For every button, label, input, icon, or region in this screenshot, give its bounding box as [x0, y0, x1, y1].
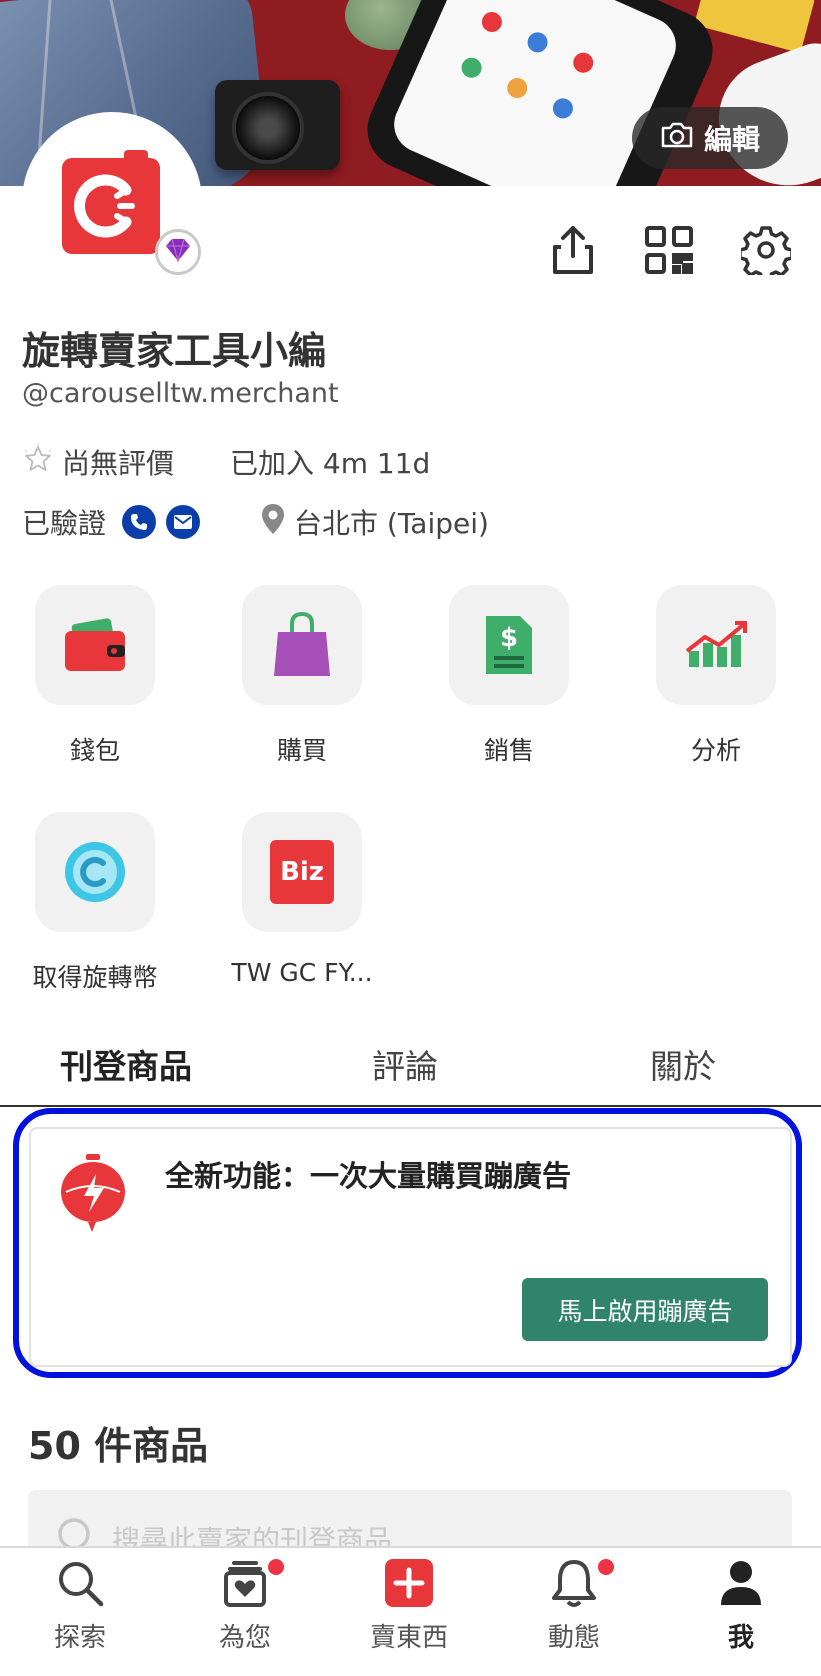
nav-label: 動態: [547, 1623, 600, 1653]
rating-text[interactable]: 尚無評價: [62, 442, 174, 482]
edit-cover-label: 編輯: [703, 123, 760, 156]
sell-plus-icon: [349, 1553, 469, 1613]
premium-badge[interactable]: [155, 229, 201, 275]
tab-listings[interactable]: 刊登商品: [60, 1040, 192, 1088]
bell-icon: [514, 1553, 634, 1613]
carousell-logo-icon: [62, 150, 160, 254]
biz-icon: Biz: [242, 812, 362, 932]
banner-camera-lens: [232, 92, 304, 164]
notification-dot: [268, 1559, 284, 1575]
nav-label: 我: [727, 1623, 754, 1653]
invoice-icon: $: [449, 585, 569, 705]
profile-icon: [681, 1553, 801, 1613]
joined-text: 已加入 4m 11d: [230, 447, 431, 480]
for-you-icon: [185, 1553, 305, 1613]
shortcut-purchases[interactable]: 購買: [227, 585, 377, 767]
camera-icon: [660, 121, 694, 156]
promo-title: 全新功能：一次大量購買蹦廣告: [165, 1159, 572, 1193]
search-icon: [20, 1553, 140, 1613]
activate-bump-ads-button[interactable]: 馬上啟用蹦廣告: [522, 1278, 768, 1341]
star-icon: [22, 442, 54, 482]
nav-for-you[interactable]: 為您: [185, 1553, 305, 1654]
tab-about[interactable]: 關於: [650, 1040, 716, 1088]
shortcut-biz[interactable]: Biz TW GC FY...: [227, 812, 377, 987]
diamond-icon: [164, 238, 192, 266]
nav-label: 賣東西: [369, 1623, 448, 1653]
notification-dot: [598, 1559, 614, 1575]
shortcut-label: 取得旋轉幣: [32, 963, 158, 992]
profile-stats-row: 尚無評價 已加入 4m 11d: [22, 442, 430, 482]
listing-count: 50 件商品: [28, 1424, 209, 1468]
shortcut-label: 錢包: [69, 736, 120, 765]
shortcut-label: 銷售: [483, 736, 534, 765]
lightning-lantern-icon: [58, 1152, 128, 1238]
settings-gear-icon[interactable]: [740, 224, 792, 276]
shortcut-wallet[interactable]: 錢包: [20, 585, 170, 767]
shortcut-get-coins[interactable]: 取得旋轉幣: [20, 812, 170, 994]
location-text: 台北市 (Taipei): [294, 507, 489, 540]
shopping-bag-icon: [242, 585, 362, 705]
shortcut-label: 分析: [690, 736, 741, 765]
share-icon[interactable]: [547, 224, 599, 276]
verification-row: 已驗證 台北市 (Taipei): [22, 502, 489, 542]
profile-name: 旋轉賣家工具小編: [22, 329, 327, 373]
svg-text:$: $: [500, 623, 518, 653]
chart-icon: [656, 585, 776, 705]
verified-label: 已驗證: [22, 507, 107, 540]
nav-activity[interactable]: 動態: [514, 1553, 634, 1654]
shortcut-sales[interactable]: $ 銷售: [434, 585, 584, 767]
shortcut-label: TW GC FY...: [231, 958, 373, 987]
location-pin-icon: [260, 503, 286, 542]
wallet-icon: [35, 585, 155, 705]
nav-label: 探索: [53, 1623, 106, 1653]
nav-sell[interactable]: 賣東西: [349, 1553, 469, 1654]
qr-code-icon[interactable]: [643, 224, 695, 276]
nav-me[interactable]: 我: [681, 1553, 801, 1654]
edit-cover-button[interactable]: 編輯: [632, 107, 788, 169]
tab-reviews[interactable]: 評論: [372, 1040, 438, 1088]
nav-label: 為您: [218, 1623, 271, 1653]
shortcut-label: 購買: [276, 736, 327, 765]
profile-handle: @carouselltw.merchant: [22, 378, 339, 409]
phone-verified-icon: [122, 505, 157, 539]
shortcut-analytics[interactable]: 分析: [641, 585, 791, 767]
tabs-divider: [0, 1105, 821, 1107]
biz-badge: Biz: [270, 840, 334, 904]
coin-icon: [35, 812, 155, 932]
nav-explore[interactable]: 探索: [20, 1553, 140, 1654]
email-verified-icon: [166, 505, 201, 539]
